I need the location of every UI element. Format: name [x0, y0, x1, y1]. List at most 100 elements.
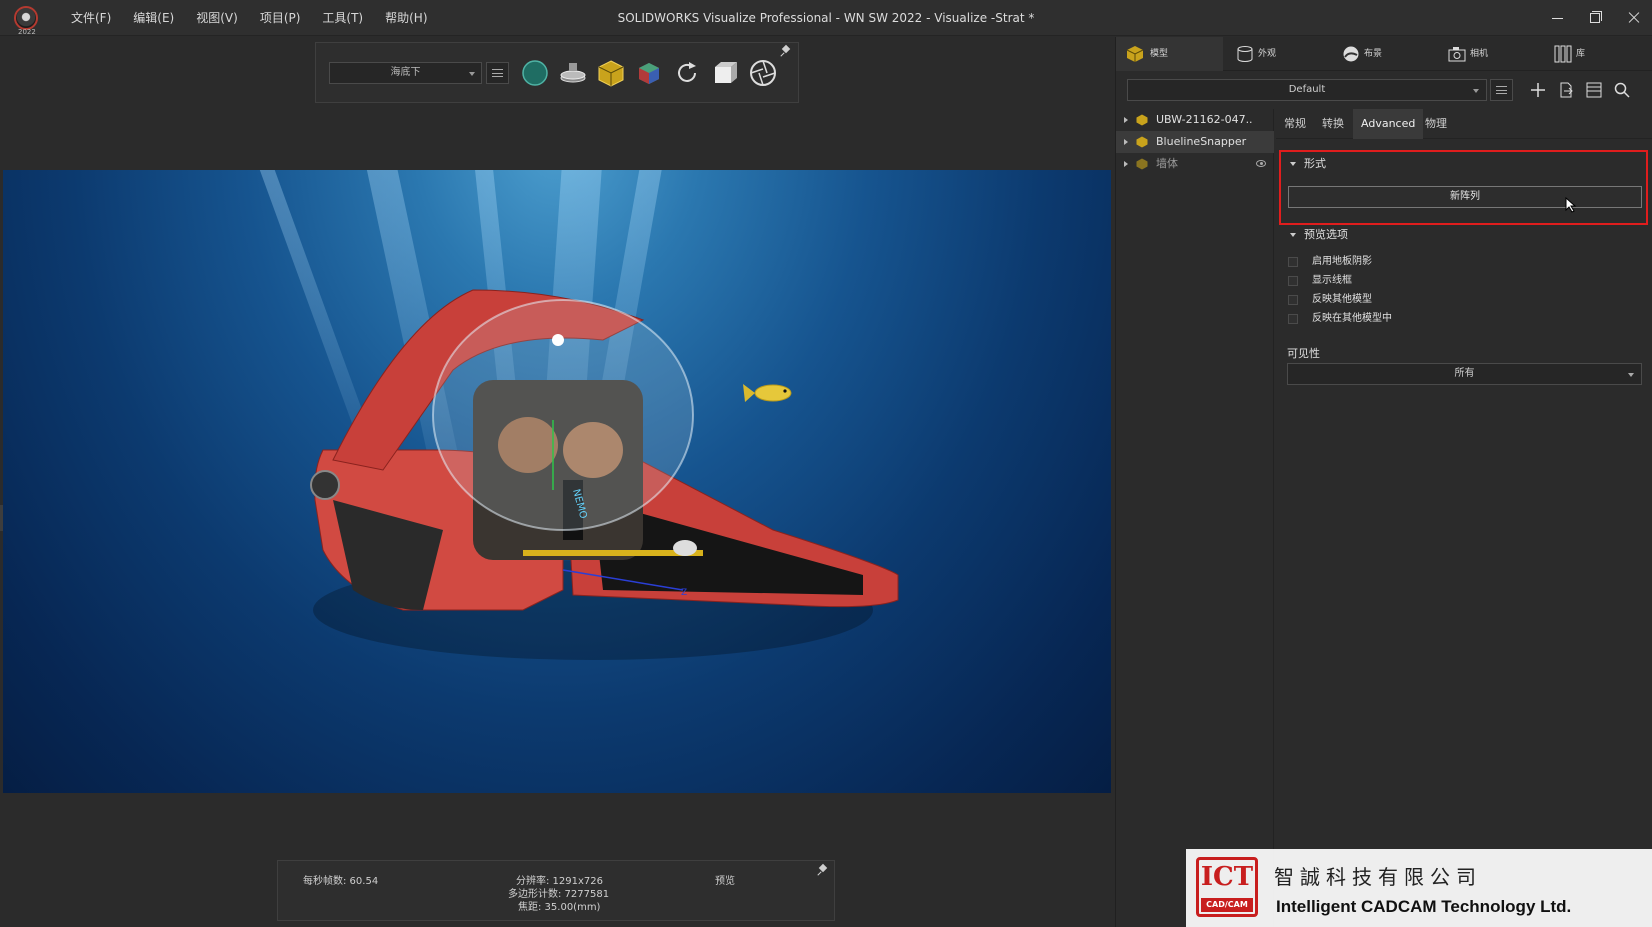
- menu-file[interactable]: 文件(F): [60, 0, 122, 36]
- layout-icon[interactable]: [1585, 81, 1603, 99]
- menu-help[interactable]: 帮助(H): [374, 0, 438, 36]
- sphere-render-icon[interactable]: [520, 58, 550, 88]
- collapse-icon: [1290, 233, 1296, 237]
- checkbox[interactable]: [1288, 295, 1298, 305]
- menu-edit[interactable]: 编辑(E): [122, 0, 185, 36]
- resolution-readout: 分辨率: 1291x726: [516, 876, 604, 887]
- checkbox[interactable]: [1288, 276, 1298, 286]
- model-tree: UBW-21162-047... BluelineSnapper 墙体: [1116, 109, 1274, 927]
- search-icon[interactable]: [1613, 81, 1631, 99]
- tab-camera[interactable]: 相机: [1436, 37, 1541, 71]
- scene-svg: NEMO Z: [310, 289, 899, 660]
- restore-button[interactable]: [1576, 0, 1614, 36]
- expand-icon[interactable]: [1124, 139, 1128, 145]
- list-icon: [1496, 86, 1507, 94]
- preset-select[interactable]: Default: [1127, 79, 1487, 101]
- model-cube-icon: [1136, 114, 1148, 126]
- collapse-icon: [1290, 162, 1296, 166]
- appearance-cylinder-icon: [1237, 46, 1253, 62]
- ict-logo: ICT CAD/CAM: [1196, 857, 1258, 917]
- preset-list-button[interactable]: [1490, 79, 1513, 101]
- library-icon: [1554, 45, 1572, 63]
- palette-tabs: 模型 外观 布景 相机 库: [1116, 37, 1652, 71]
- tab-advanced[interactable]: Advanced: [1353, 109, 1424, 139]
- section-form[interactable]: 形式: [1290, 155, 1326, 171]
- chevron-down-icon: [1473, 89, 1479, 93]
- thruster: [673, 540, 697, 556]
- model-cube-icon: [1136, 136, 1148, 148]
- polygon-count-readout: 多边形计数: 7277581: [508, 889, 610, 900]
- model-cube-icon: [1126, 46, 1144, 62]
- render-mode-readout: 预览: [715, 876, 735, 887]
- list-icon: [492, 69, 503, 77]
- menu-project[interactable]: 项目(P): [249, 0, 312, 36]
- checkbox[interactable]: [1288, 314, 1298, 324]
- scene-cube-icon[interactable]: [634, 58, 664, 88]
- tab-model[interactable]: 模型: [1116, 37, 1223, 71]
- tree-item[interactable]: 墙体: [1116, 153, 1274, 175]
- visibility-label: 可见性: [1287, 347, 1320, 360]
- render-stats-panel: 每秒帧数: 60.54 分辨率: 1291x726 多边形计数: 7277581…: [277, 860, 835, 921]
- mouse-cursor-icon: [1565, 197, 1577, 213]
- chevron-down-icon: [1628, 373, 1634, 377]
- checkbox[interactable]: [1288, 257, 1298, 267]
- menu-bar: 文件(F) 编辑(E) 视图(V) 项目(P) 工具(T) 帮助(H): [60, 0, 439, 36]
- model-cube-icon: [1136, 158, 1148, 170]
- add-icon[interactable]: [1529, 81, 1547, 99]
- tab-general[interactable]: 常规: [1276, 109, 1314, 139]
- preset-value: Default: [1288, 84, 1326, 95]
- section-preview-options[interactable]: 预览选项: [1290, 226, 1348, 242]
- tab-library[interactable]: 库: [1542, 37, 1652, 71]
- new-array-button[interactable]: 新阵列: [1288, 186, 1642, 208]
- camera-icon: [1448, 47, 1466, 62]
- window-controls: [1538, 0, 1652, 36]
- pin-icon[interactable]: [818, 865, 828, 875]
- expand-icon[interactable]: [1124, 117, 1128, 123]
- environment-select[interactable]: 海底下: [329, 62, 482, 84]
- tab-scene[interactable]: 布景: [1330, 37, 1435, 71]
- minimize-button[interactable]: [1538, 0, 1576, 36]
- tree-item[interactable]: BluelineSnapper: [1116, 131, 1274, 153]
- environment-list-button[interactable]: [486, 62, 509, 84]
- properties-panel: 常规 转换 Advanced 物理 形式 新阵列 预览选项 启用地板阴影 显示线…: [1276, 109, 1652, 927]
- minimize-icon: [1552, 18, 1563, 19]
- right-panel: 模型 外观 布景 相机 库 Default UBW-21162-047... B…: [1115, 37, 1652, 927]
- tab-appearance[interactable]: 外观: [1224, 37, 1329, 71]
- fish: [743, 384, 792, 402]
- import-file-icon[interactable]: [1557, 81, 1575, 99]
- visibility-value: 所有: [1454, 368, 1475, 379]
- company-watermark: ICT CAD/CAM 智誠科技有限公司 Intelligent CADCAM …: [1186, 849, 1652, 927]
- close-button[interactable]: [1614, 0, 1652, 36]
- aperture-icon[interactable]: [748, 58, 778, 88]
- environment-value: 海底下: [390, 67, 421, 78]
- render-viewport[interactable]: NEMO Z: [3, 170, 1111, 793]
- property-tabs: 常规 转换 Advanced 物理: [1276, 109, 1652, 139]
- visibility-eye-icon[interactable]: [1256, 160, 1266, 167]
- menu-tools[interactable]: 工具(T): [311, 0, 374, 36]
- fps-readout: 每秒帧数: 60.54: [303, 876, 379, 887]
- refresh-icon[interactable]: [672, 58, 702, 88]
- app-logo-icon[interactable]: [14, 6, 38, 30]
- box-split-icon[interactable]: [710, 58, 740, 88]
- company-name-en: Intelligent CADCAM Technology Ltd.: [1276, 897, 1572, 916]
- pin-icon[interactable]: [781, 46, 791, 56]
- app-logo-year: 2022: [18, 28, 36, 36]
- cube-model-icon[interactable]: [596, 58, 626, 88]
- scene-sphere-icon: [1343, 46, 1359, 62]
- chevron-down-icon: [469, 72, 475, 76]
- title-bar: 2022 文件(F) 编辑(E) 视图(V) 项目(P) 工具(T) 帮助(H)…: [0, 0, 1652, 36]
- menu-view[interactable]: 视图(V): [185, 0, 249, 36]
- focal-length-readout: 焦距: 35.00(mm): [518, 902, 601, 913]
- expand-icon[interactable]: [1124, 161, 1128, 167]
- tree-item[interactable]: UBW-21162-047...: [1116, 109, 1274, 131]
- side-thruster: [310, 470, 340, 500]
- glass-dome: [432, 299, 694, 531]
- axis-z-label: Z: [681, 588, 687, 598]
- turntable-icon[interactable]: [558, 58, 588, 88]
- tab-transform[interactable]: 转换: [1314, 109, 1352, 139]
- dome-light: [552, 334, 564, 346]
- company-name-cn: 智誠科技有限公司: [1274, 865, 1482, 889]
- visibility-select[interactable]: 所有: [1287, 363, 1642, 385]
- viewport-toolbar: 海底下: [315, 42, 799, 103]
- tab-physics[interactable]: 物理: [1417, 109, 1455, 139]
